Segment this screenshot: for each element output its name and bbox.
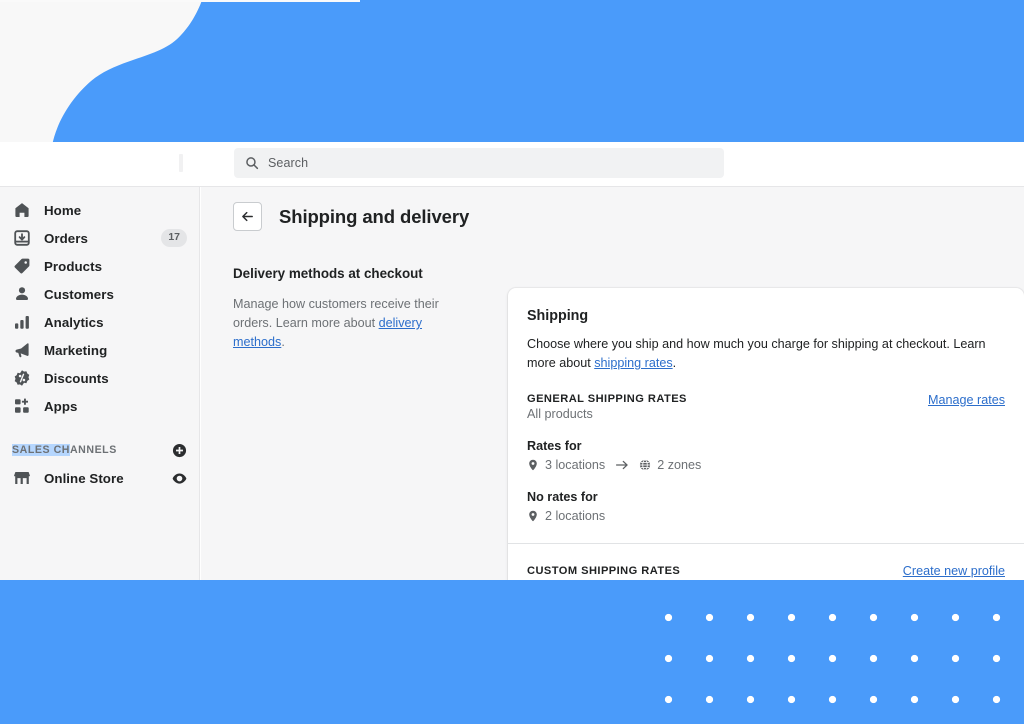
general-shipping-rates-subtitle: All products — [527, 407, 687, 421]
no-rates-for-values: 2 locations — [527, 509, 1005, 523]
sidebar-item-label: Home — [44, 203, 81, 218]
sidebar-item-home[interactable]: Home — [0, 196, 199, 224]
search-input[interactable]: Search — [234, 148, 724, 178]
sidebar-section-title-rest: ANNELS — [70, 444, 117, 456]
main-content: Shipping and delivery Delivery methods a… — [201, 187, 1024, 580]
rates-for-zones: 2 zones — [657, 458, 701, 472]
globe-icon — [639, 459, 651, 471]
tag-icon — [12, 256, 32, 276]
sidebar-item-online-store[interactable]: Online Store — [0, 464, 199, 492]
create-new-profile-link[interactable]: Create new profile — [903, 564, 1005, 578]
bar-chart-icon — [12, 312, 32, 332]
top-left-curve-decoration — [0, 0, 360, 146]
sidebar-item-discounts[interactable]: Discounts — [0, 364, 199, 392]
home-icon — [12, 200, 32, 220]
sidebar-item-products[interactable]: Products — [0, 252, 199, 280]
app-window: Search Home Orders 17 — [0, 142, 1024, 580]
person-icon — [12, 284, 32, 304]
plus-circle-icon[interactable] — [172, 443, 187, 458]
screenshot-root: Search Home Orders 17 — [0, 0, 1024, 724]
shipping-card: Shipping Choose where you ship and how m… — [508, 288, 1024, 580]
sidebar-item-label: Marketing — [44, 343, 107, 358]
page-header: Shipping and delivery — [233, 202, 469, 231]
arrow-right-icon — [615, 458, 629, 472]
sidebar-item-customers[interactable]: Customers — [0, 280, 199, 308]
shipping-rates-link[interactable]: shipping rates — [594, 356, 672, 370]
sidebar-item-apps[interactable]: Apps — [0, 392, 199, 420]
arrow-left-icon — [240, 209, 255, 224]
rates-for-block: Rates for 3 locations — [527, 439, 1005, 472]
map-pin-icon — [527, 510, 539, 522]
eye-icon[interactable] — [172, 471, 187, 486]
no-rates-for-label: No rates for — [527, 490, 1005, 504]
apps-grid-plus-icon — [12, 396, 32, 416]
sidebar: Home Orders 17 Products — [0, 187, 200, 580]
sidebar-item-analytics[interactable]: Analytics — [0, 308, 199, 336]
sidebar-item-label: Customers — [44, 287, 114, 302]
general-shipping-rates-title: GENERAL SHIPPING RATES — [527, 393, 687, 405]
rates-for-label: Rates for — [527, 439, 1005, 453]
back-button[interactable] — [233, 202, 262, 231]
no-rates-for-block: No rates for 2 locations — [527, 490, 1005, 523]
shipping-heading: Shipping — [527, 308, 1005, 324]
sidebar-section-title-selected: SALES CH — [12, 444, 70, 456]
general-shipping-rates-labels: GENERAL SHIPPING RATES All products — [527, 393, 687, 421]
sidebar-spacer — [0, 420, 199, 436]
megaphone-icon — [12, 340, 32, 360]
sidebar-item-label: Orders — [44, 231, 88, 246]
sidebar-item-label: Products — [44, 259, 102, 274]
shipping-section: Shipping Choose where you ship and how m… — [508, 288, 1024, 543]
custom-shipping-rates-title: CUSTOM SHIPPING RATES — [527, 565, 680, 577]
delivery-methods-text-after: . — [281, 335, 285, 349]
orders-count-badge: 17 — [161, 229, 187, 246]
delivery-methods-description: Manage how customers receive their order… — [233, 295, 477, 352]
sidebar-item-label: Analytics — [44, 315, 104, 330]
dot-grid-pattern — [632, 581, 1024, 724]
topbar-placeholder-mark — [179, 154, 183, 172]
delivery-methods-column: Delivery methods at checkout Manage how … — [233, 266, 477, 352]
sidebar-item-label: Apps — [44, 399, 77, 414]
no-rates-for-locations: 2 locations — [545, 509, 605, 523]
shipping-description: Choose where you ship and how much you c… — [527, 335, 1005, 373]
sidebar-item-marketing[interactable]: Marketing — [0, 336, 199, 364]
manage-rates-link[interactable]: Manage rates — [928, 393, 1005, 407]
top-bar: Search — [0, 142, 1024, 187]
discount-badge-icon — [12, 368, 32, 388]
delivery-methods-heading: Delivery methods at checkout — [233, 266, 477, 281]
sidebar-item-orders[interactable]: Orders 17 — [0, 224, 199, 252]
search-placeholder: Search — [268, 156, 308, 170]
sidebar-section-title: SALES CHANNELS — [12, 444, 117, 456]
search-icon — [245, 156, 259, 170]
sidebar-section-sales-channels: SALES CHANNELS — [0, 436, 199, 464]
rates-for-locations: 3 locations — [545, 458, 605, 472]
custom-shipping-rates-header: CUSTOM SHIPPING RATES Create new profile — [527, 564, 1005, 578]
map-pin-icon — [527, 459, 539, 471]
page-title: Shipping and delivery — [279, 206, 469, 228]
shipping-desc-after: . — [673, 356, 677, 370]
storefront-icon — [12, 468, 32, 488]
orders-inbox-icon — [12, 228, 32, 248]
sidebar-item-label: Discounts — [44, 371, 109, 386]
rates-for-values: 3 locations — [527, 458, 1005, 472]
sidebar-item-label: Online Store — [44, 471, 124, 486]
custom-shipping-rates-section: CUSTOM SHIPPING RATES Create new profile… — [508, 544, 1024, 580]
general-shipping-rates-row: GENERAL SHIPPING RATES All products Mana… — [527, 393, 1005, 421]
